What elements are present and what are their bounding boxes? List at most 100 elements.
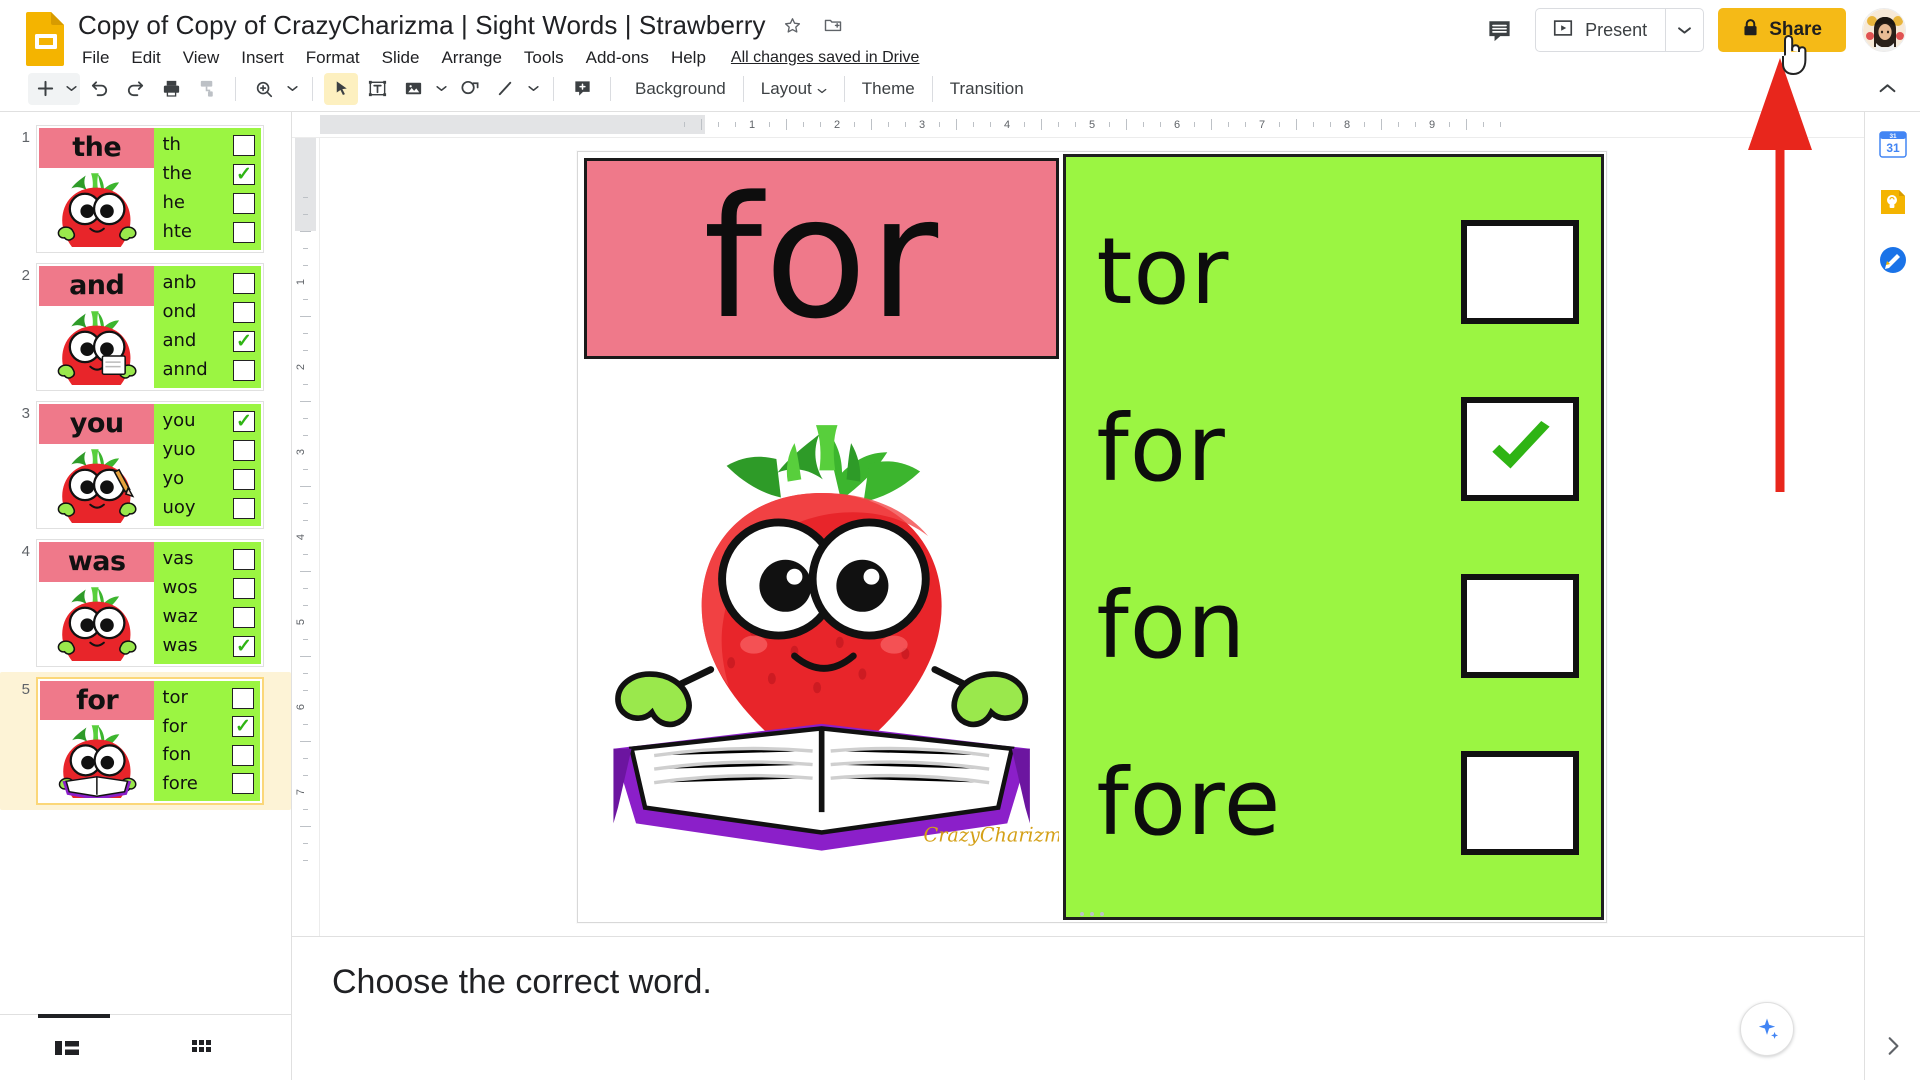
slide-thumbnail[interactable]: the th the ✓ he hte	[36, 125, 264, 253]
vertical-ruler-minor-tick	[303, 554, 308, 555]
filmstrip-slide-2[interactable]: 2 and anb ond and ✓ annd	[0, 258, 291, 396]
strawberry-reading-book-illustration[interactable]: CrazyCharizma	[584, 359, 1059, 916]
vertical-ruler-minor-tick	[300, 486, 311, 487]
avatar[interactable]	[1862, 8, 1906, 52]
ruler-minor-tick	[1228, 122, 1229, 127]
slide-thumbnail[interactable]: and anb ond and ✓ annd	[36, 263, 264, 391]
transition-button[interactable]: Transition	[937, 74, 1037, 104]
thumb-option-checkbox	[232, 497, 255, 519]
slide-thumbnail[interactable]: you you ✓ yuo yo uoy	[36, 401, 264, 529]
filmstrip-view-icon[interactable]	[50, 1033, 84, 1063]
lock-icon	[1742, 18, 1759, 43]
canvas-column: 123456789 1234567 for CrazyCharizma tor …	[292, 112, 1864, 1080]
vertical-ruler-tick-label: 6	[295, 703, 308, 711]
thumb-slide-body: for tor for ✓ fon fore	[40, 681, 260, 801]
line-icon[interactable]	[488, 73, 522, 105]
thumb-option-checkbox: ✓	[232, 163, 255, 185]
google-calendar-icon[interactable]: 31 31	[1877, 128, 1909, 160]
filmstrip-slide-5[interactable]: 5 for tor for ✓ fon fore	[0, 672, 291, 810]
answer-option[interactable]: fore	[1096, 750, 1579, 855]
redo-icon[interactable]	[118, 73, 152, 105]
paint-format-icon[interactable]	[190, 73, 224, 105]
line-chevron-down-icon[interactable]	[524, 73, 542, 105]
slide-handle-dots	[1080, 912, 1104, 916]
vertical-ruler-minor-tick	[303, 758, 308, 759]
answer-checkbox[interactable]	[1460, 750, 1579, 855]
collapse-toolbar-chevron-up-icon[interactable]	[1872, 74, 1902, 104]
thumb-options-panel: tor for ✓ fon fore	[154, 681, 260, 801]
comment-icon[interactable]	[1475, 9, 1523, 51]
add-comment-icon[interactable]	[565, 73, 599, 105]
move-to-folder-icon[interactable]	[820, 12, 846, 38]
thumb-option: was ✓	[158, 633, 257, 661]
filmstrip-list[interactable]: 1 the th the ✓ he hte 2 and anb ond and ✓ annd 3 you you…	[0, 112, 291, 1014]
google-keep-icon[interactable]	[1877, 186, 1909, 218]
present-button[interactable]: Present	[1536, 9, 1665, 51]
zoom-chevron-down-icon[interactable]	[283, 73, 301, 105]
expand-rail-chevron-right-icon[interactable]	[1877, 1030, 1909, 1062]
slide-number: 1	[21, 129, 30, 146]
thumb-option-text: tor	[162, 687, 188, 709]
shape-icon[interactable]	[452, 73, 486, 105]
current-slide[interactable]: for CrazyCharizma tor for fon fore	[577, 151, 1607, 923]
vertical-ruler-tick-label: 5	[295, 618, 308, 626]
zoom-icon[interactable]	[247, 73, 281, 105]
share-button[interactable]: Share	[1718, 8, 1846, 52]
thumb-strawberry-book	[40, 719, 155, 801]
present-dropdown-chevron-down-icon[interactable]	[1665, 9, 1703, 51]
filmstrip-slide-3[interactable]: 3 you you ✓ yuo yo uoy	[0, 396, 291, 534]
new-slide-chevron-down-icon[interactable]	[62, 73, 80, 105]
thumb-target-word: and	[39, 266, 155, 306]
doc-title[interactable]: Copy of Copy of CrazyCharizma | Sight Wo…	[78, 10, 766, 41]
vertical-ruler-minor-tick	[303, 843, 308, 844]
print-icon[interactable]	[154, 73, 188, 105]
ruler-minor-tick	[684, 122, 685, 127]
answer-option[interactable]: for	[1096, 396, 1579, 501]
speaker-notes-text[interactable]: Choose the correct word.	[332, 963, 1864, 1002]
text-box-icon[interactable]	[360, 73, 394, 105]
horizontal-ruler[interactable]: 1 2 3 4 5 6 7 8 9	[292, 112, 1864, 138]
slide-thumbnail[interactable]: was vas wos waz was ✓	[36, 539, 264, 667]
thumb-option: yuo	[158, 437, 257, 465]
filmstrip-slide-4[interactable]: 4 was vas wos waz was ✓	[0, 534, 291, 672]
slide-thumbnail[interactable]: for tor for ✓ fon fore	[36, 677, 264, 805]
thumb-option-checkbox	[232, 192, 255, 214]
vertical-ruler-minor-tick	[303, 809, 308, 810]
slide-stage[interactable]: for CrazyCharizma tor for fon fore	[320, 138, 1864, 936]
vertical-ruler-minor-tick	[303, 520, 308, 521]
plus-icon[interactable]	[28, 73, 62, 105]
undo-icon[interactable]	[82, 73, 116, 105]
grid-view-icon[interactable]	[184, 1033, 218, 1063]
thumb-option-text: yo	[162, 468, 185, 490]
answer-checkbox[interactable]	[1460, 573, 1579, 678]
image-chevron-down-icon[interactable]	[432, 73, 450, 105]
theme-button[interactable]: Theme	[849, 74, 928, 104]
answer-option[interactable]: fon	[1096, 573, 1579, 678]
star-icon[interactable]	[780, 12, 806, 38]
thumb-option: vas	[158, 546, 257, 574]
thumb-option-checkbox	[231, 687, 254, 709]
thumb-options-panel: you ✓ yuo yo uoy	[154, 404, 261, 526]
google-tasks-icon[interactable]	[1877, 244, 1909, 276]
thumb-option: ond	[158, 299, 257, 327]
thumb-option: and ✓	[158, 328, 257, 356]
filmstrip-slide-1[interactable]: 1 the th the ✓ he hte	[0, 120, 291, 258]
save-status[interactable]: All changes saved in Drive	[731, 49, 920, 67]
answer-option[interactable]: tor	[1096, 219, 1579, 324]
slides-logo-icon[interactable]	[24, 10, 68, 66]
cursor-select-icon[interactable]	[324, 72, 358, 105]
slide-content: for CrazyCharizma tor for fon fore	[580, 154, 1604, 920]
speaker-notes[interactable]: Choose the correct word.	[292, 936, 1864, 1080]
thumb-option-text: uoy	[162, 497, 196, 519]
image-icon[interactable]	[396, 73, 430, 105]
vertical-ruler[interactable]: 1 2 3 4 5 6 7	[292, 138, 320, 936]
explore-icon[interactable]	[1740, 1002, 1794, 1056]
layout-button[interactable]: Layout	[748, 74, 840, 104]
target-word-box[interactable]: for	[584, 158, 1060, 359]
slide-number: 3	[21, 405, 30, 422]
side-panel-rail: 31 31	[1864, 112, 1920, 1080]
answer-checkbox[interactable]	[1460, 396, 1579, 501]
background-button[interactable]: Background	[622, 74, 739, 104]
slide-number: 2	[21, 267, 30, 284]
answer-checkbox[interactable]	[1460, 219, 1579, 324]
